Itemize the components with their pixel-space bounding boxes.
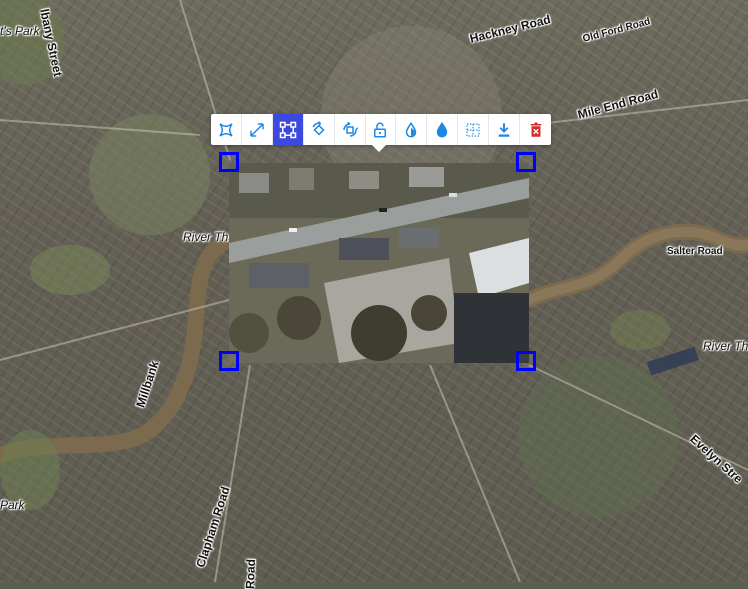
image-overlay[interactable] <box>229 163 529 363</box>
rotate-icon <box>311 120 325 136</box>
opacity-up-button[interactable] <box>427 114 459 145</box>
map-label-river-thames-west: River Tha <box>183 230 236 244</box>
opacity-down-button[interactable] <box>396 114 428 145</box>
overlay-aerial-photo <box>229 163 529 363</box>
map-label-park: Park <box>0 498 25 512</box>
free-transform-icon <box>279 121 297 138</box>
distort-button[interactable] <box>211 114 242 145</box>
download-icon <box>498 122 510 137</box>
distort-icon <box>219 122 233 137</box>
export-button[interactable] <box>489 114 521 145</box>
map-label-road-bottom: Road <box>243 558 259 589</box>
delete-icon <box>530 122 541 137</box>
unlock-icon <box>374 122 387 137</box>
map-label-salter-road: Salter Road <box>667 246 723 257</box>
rotate-button[interactable] <box>304 114 335 145</box>
rotate-scale-icon <box>342 121 358 137</box>
corner-handle-bottom-right[interactable] <box>516 351 536 371</box>
lock-button[interactable] <box>366 114 397 145</box>
free-transform-button[interactable] <box>272 114 304 145</box>
map-label-river-thames-east: River Tha <box>703 339 748 353</box>
scale-button[interactable] <box>242 114 273 145</box>
corner-handle-bottom-left[interactable] <box>219 351 239 371</box>
opacity-down-icon <box>406 121 417 137</box>
border-button[interactable] <box>458 114 490 145</box>
rotate-scale-button[interactable] <box>335 114 366 145</box>
toolbar-pointer <box>372 145 386 152</box>
opacity-up-icon <box>437 121 448 137</box>
scale-icon <box>250 122 264 137</box>
border-icon <box>466 122 480 137</box>
image-edit-toolbar <box>211 114 551 145</box>
corner-handle-top-right[interactable] <box>516 152 536 172</box>
delete-button[interactable] <box>520 114 551 145</box>
corner-handle-top-left[interactable] <box>219 152 239 172</box>
map-label-regents-park: t's Park <box>0 24 40 38</box>
